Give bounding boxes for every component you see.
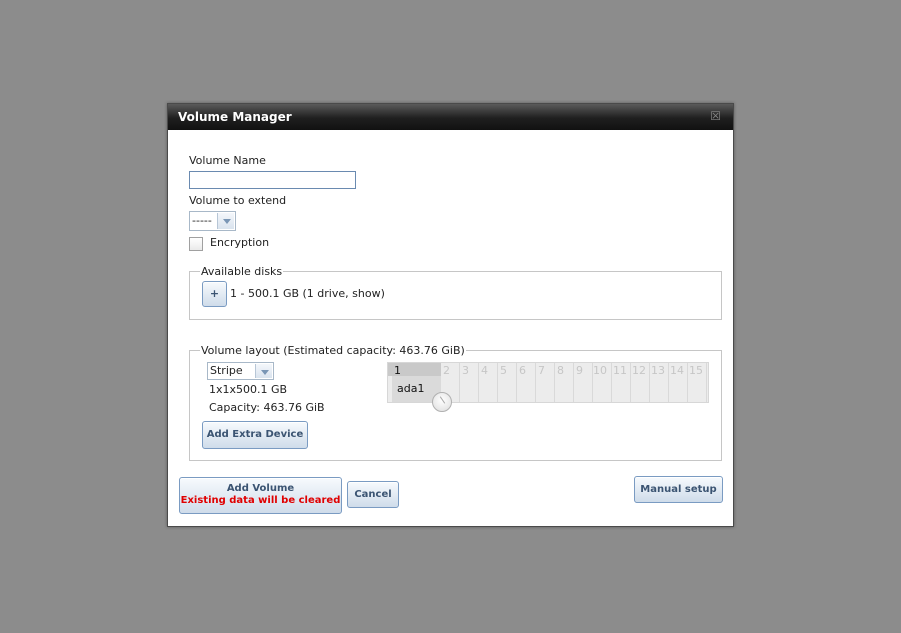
grid-column-number: 8 (557, 364, 564, 377)
grid-column-number: 7 (538, 364, 545, 377)
grid-column-number: 10 (593, 364, 607, 377)
dialog-titlebar[interactable]: Volume Manager ☒ (168, 104, 733, 130)
layout-type-select[interactable]: Stripe (207, 362, 274, 380)
cancel-button[interactable]: Cancel (347, 481, 399, 508)
available-disks-legend: Available disks (201, 265, 283, 278)
grid-column-number: 12 (632, 364, 646, 377)
add-volume-button[interactable]: Add Volume Existing data will be cleared (179, 477, 342, 514)
grid-column-number: 6 (519, 364, 526, 377)
volume-manager-dialog: Volume Manager ☒ Volume Name Volume to e… (167, 103, 734, 527)
chevron-down-icon (255, 364, 272, 378)
encryption-label: Encryption (210, 236, 270, 249)
grid-column-number: 15 (689, 364, 703, 377)
add-extra-device-button[interactable]: Add Extra Device (202, 421, 308, 449)
grid-column-number: 11 (613, 364, 627, 377)
grid-column-number: 4 (481, 364, 488, 377)
layout-capacity: Capacity: 463.76 GiB (209, 401, 325, 414)
volume-extend-select[interactable]: ----- (189, 211, 236, 231)
volume-layout-legend: Volume layout (Estimated capacity: 463.7… (201, 344, 465, 357)
add-volume-warning: Existing data will be cleared (180, 495, 341, 506)
volume-name-label: Volume Name (189, 154, 266, 167)
disk-label: ada1 (397, 382, 425, 395)
dialog-title: Volume Manager (178, 110, 292, 124)
grid-column-number: 9 (576, 364, 583, 377)
manual-setup-button[interactable]: Manual setup (634, 476, 723, 503)
grid-column-number: 2 (443, 364, 450, 377)
layout-geometry: 1x1x500.1 GB (209, 383, 288, 396)
grid-column-number: 3 (462, 364, 469, 377)
grid-column-number: 13 (651, 364, 665, 377)
add-disk-button[interactable]: + (202, 281, 227, 307)
encryption-checkbox[interactable] (189, 237, 203, 251)
grid-column-number: 14 (670, 364, 684, 377)
add-volume-label: Add Volume (226, 483, 295, 494)
available-disks-summary[interactable]: 1 - 500.1 GB (1 drive, show) (230, 287, 385, 300)
grid-column-number: 5 (500, 364, 507, 377)
close-icon[interactable]: ☒ (710, 110, 721, 122)
chevron-down-icon (217, 213, 234, 229)
volume-extend-label: Volume to extend (189, 194, 287, 207)
resize-handle[interactable] (432, 392, 452, 412)
volume-extend-value: ----- (192, 214, 212, 227)
volume-name-input[interactable] (189, 171, 356, 189)
layout-type-value: Stripe (210, 364, 243, 377)
